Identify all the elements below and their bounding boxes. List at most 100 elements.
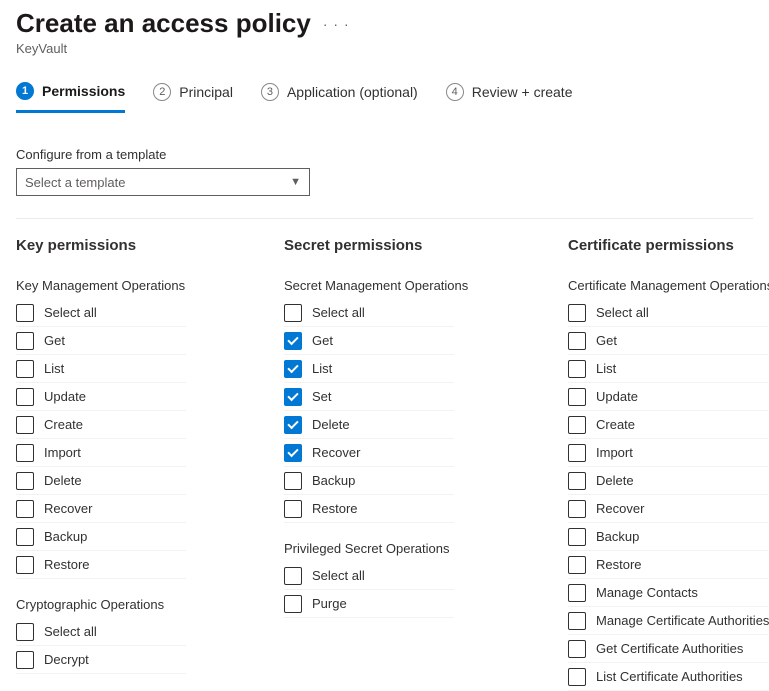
permission-label: List (596, 361, 616, 376)
permission-label: Recover (312, 445, 360, 460)
permission-option: Restore (16, 551, 186, 579)
permission-option: List Certificate Authorities (568, 663, 768, 691)
permission-checkbox[interactable] (16, 651, 34, 669)
permission-checkbox[interactable] (568, 332, 586, 350)
permission-option: Backup (16, 523, 186, 551)
step-number-badge: 4 (446, 83, 464, 101)
tab-step-3[interactable]: 3 Application (optional) (261, 82, 418, 112)
permission-checkbox[interactable] (16, 332, 34, 350)
permission-option: Get Certificate Authorities (568, 635, 768, 663)
tab-step-1[interactable]: 1 Permissions (16, 82, 125, 113)
permission-label: Backup (44, 529, 87, 544)
permission-checkbox[interactable] (284, 567, 302, 585)
permission-checkbox[interactable] (16, 388, 34, 406)
permission-checkbox[interactable] (568, 584, 586, 602)
step-number-badge: 3 (261, 83, 279, 101)
permission-option: Delete (568, 467, 768, 495)
permission-checkbox[interactable] (16, 500, 34, 518)
permission-checkbox[interactable] (16, 472, 34, 490)
permission-checkbox[interactable] (568, 416, 586, 434)
permission-option: Backup (284, 467, 454, 495)
permission-checkbox[interactable] (568, 528, 586, 546)
permission-option: Import (16, 439, 186, 467)
permission-checkbox[interactable] (16, 360, 34, 378)
permission-option: Manage Certificate Authorities (568, 607, 768, 635)
permission-checkbox[interactable] (568, 612, 586, 630)
permission-checkbox[interactable] (568, 472, 586, 490)
permission-option: Delete (284, 411, 454, 439)
permission-label: Restore (312, 501, 358, 516)
permission-label: Select all (312, 305, 365, 320)
tab-label: Application (optional) (287, 84, 418, 100)
cert-group-title: Certificate Management Operations (568, 278, 769, 293)
permission-label: Update (596, 389, 638, 404)
permission-label: Recover (44, 501, 92, 516)
secret-permissions-column: Secret permissionsSecret Management Oper… (284, 233, 568, 691)
permission-checkbox[interactable] (284, 416, 302, 434)
key-permissions-title: Key permissions (16, 237, 284, 254)
key-permissions-column: Key permissionsKey Management Operations… (16, 233, 284, 691)
permission-checkbox[interactable] (568, 388, 586, 406)
permission-checkbox[interactable] (16, 304, 34, 322)
secret-group-title: Secret Management Operations (284, 278, 568, 293)
permission-option: Recover (16, 495, 186, 523)
chevron-down-icon: ▼ (290, 176, 301, 188)
permission-option: Restore (284, 495, 454, 523)
permission-label: Update (44, 389, 86, 404)
tab-label: Principal (179, 84, 233, 100)
permission-label: List Certificate Authorities (596, 669, 743, 684)
permission-checkbox[interactable] (568, 500, 586, 518)
permission-label: Get (596, 333, 617, 348)
more-icon[interactable]: · · · (323, 16, 350, 32)
permission-option: Recover (284, 439, 454, 467)
permission-checkbox[interactable] (568, 556, 586, 574)
tab-step-4[interactable]: 4 Review + create (446, 82, 573, 112)
permission-columns: Key permissionsKey Management Operations… (16, 233, 753, 691)
permission-checkbox[interactable] (16, 556, 34, 574)
permission-option: Manage Contacts (568, 579, 768, 607)
permission-checkbox[interactable] (568, 640, 586, 658)
permission-option: List (16, 355, 186, 383)
tab-step-2[interactable]: 2 Principal (153, 82, 233, 112)
permission-label: Create (44, 417, 83, 432)
permission-option: Select all (284, 562, 454, 590)
permission-option: Import (568, 439, 768, 467)
permission-option: Create (16, 411, 186, 439)
permission-label: Import (596, 445, 633, 460)
permission-checkbox[interactable] (284, 472, 302, 490)
template-label: Configure from a template (16, 147, 753, 162)
permission-option: Recover (568, 495, 768, 523)
permission-checkbox[interactable] (284, 360, 302, 378)
permission-checkbox[interactable] (568, 444, 586, 462)
permission-checkbox[interactable] (568, 360, 586, 378)
permission-checkbox[interactable] (568, 304, 586, 322)
page-title: Create an access policy (16, 8, 311, 39)
permission-checkbox[interactable] (16, 444, 34, 462)
step-number-badge: 2 (153, 83, 171, 101)
permission-checkbox[interactable] (16, 528, 34, 546)
template-select-placeholder: Select a template (25, 175, 125, 190)
permission-option: Set (284, 383, 454, 411)
permission-label: Delete (312, 417, 350, 432)
tab-label: Review + create (472, 84, 573, 100)
step-number-badge: 1 (16, 82, 34, 100)
template-select[interactable]: Select a template ▼ (16, 168, 310, 196)
permission-checkbox[interactable] (16, 623, 34, 641)
permission-label: Recover (596, 501, 644, 516)
permission-label: Manage Contacts (596, 585, 698, 600)
permission-checkbox[interactable] (284, 332, 302, 350)
permission-option: List (568, 355, 768, 383)
permission-label: Import (44, 445, 81, 460)
permission-checkbox[interactable] (284, 595, 302, 613)
permission-checkbox[interactable] (16, 416, 34, 434)
permission-label: Select all (44, 624, 97, 639)
permission-option: List (284, 355, 454, 383)
permission-option: Update (568, 383, 768, 411)
permission-checkbox[interactable] (284, 500, 302, 518)
tab-label: Permissions (42, 83, 125, 99)
secret-group-title: Privileged Secret Operations (284, 541, 568, 556)
permission-label: Restore (596, 557, 642, 572)
permission-checkbox[interactable] (284, 388, 302, 406)
permission-checkbox[interactable] (284, 444, 302, 462)
permission-checkbox[interactable] (284, 304, 302, 322)
